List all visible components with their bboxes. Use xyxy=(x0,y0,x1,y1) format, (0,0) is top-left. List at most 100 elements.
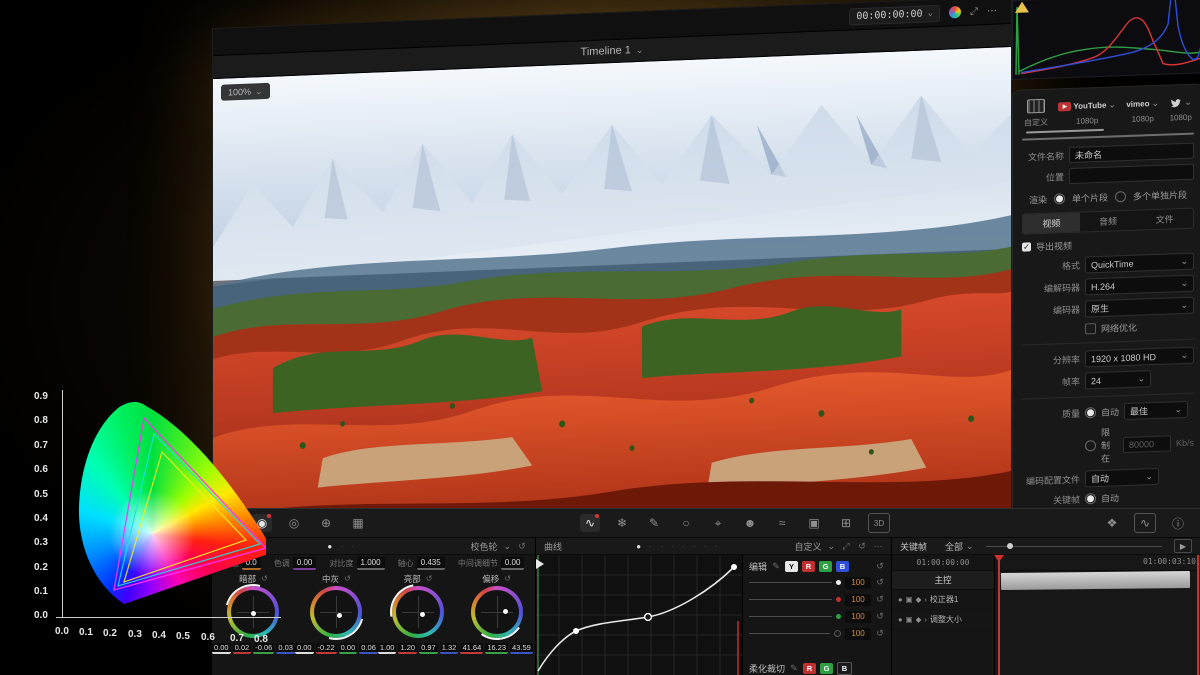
preset-custom[interactable]: 自定义 xyxy=(1024,98,1048,129)
track-corrector-1[interactable]: ● ▣ ◆ › 校正器1 xyxy=(892,590,994,610)
quality-restrict-radio[interactable] xyxy=(1085,440,1096,451)
sizing-icon[interactable]: ⊞ xyxy=(836,514,856,532)
softclip-b-button[interactable]: B xyxy=(837,662,852,675)
chevron-right-icon[interactable]: › xyxy=(924,595,927,604)
preset-youtube[interactable]: ▶ YouTube ⌄ 1080p xyxy=(1058,96,1116,126)
reset-icon[interactable]: ↺ xyxy=(875,628,885,639)
blue-gain-value[interactable]: 100 xyxy=(845,628,871,640)
offset-g[interactable]: 16.23 xyxy=(485,643,508,654)
jump-to-playhead-button[interactable]: ▶ xyxy=(1174,539,1192,553)
tracker-icon[interactable]: ⌖ xyxy=(708,514,728,532)
stereo-3d-icon[interactable]: 3D xyxy=(868,513,890,533)
lift-g[interactable]: -0.06 xyxy=(253,643,274,654)
tab-file[interactable]: 文件 xyxy=(1136,209,1193,230)
magic-mask-icon[interactable]: ☻ xyxy=(740,514,760,532)
gain-g[interactable]: 0.97 xyxy=(419,643,438,654)
quality-auto-radio[interactable] xyxy=(1085,407,1096,418)
scopes-graph-icon[interactable]: ∿ xyxy=(1134,513,1156,533)
reset-icon[interactable]: ↺ xyxy=(426,574,433,583)
color-palette-icon[interactable] xyxy=(949,6,961,18)
bitrate-input[interactable]: 80000 xyxy=(1123,435,1171,453)
gain-color-wheel[interactable] xyxy=(392,586,444,638)
location-input[interactable] xyxy=(1069,164,1194,184)
quality-level-select[interactable]: 最佳 ⌄ xyxy=(1124,401,1188,420)
expand-icon[interactable]: ⤢ xyxy=(970,6,978,17)
lock-icon[interactable]: ▣ xyxy=(906,615,913,624)
gamma-r[interactable]: -0.22 xyxy=(316,643,337,654)
hdr-wheels-icon[interactable]: ◎ xyxy=(284,514,304,532)
keyframe-timeline[interactable]: 01:00:03:10 xyxy=(995,555,1200,675)
encoder-select[interactable]: 原生 ⌄ xyxy=(1085,297,1194,318)
contrast-value[interactable]: 1.000 xyxy=(357,557,385,570)
offset-color-wheel[interactable] xyxy=(471,586,523,638)
channel-g-button[interactable]: G xyxy=(819,561,832,572)
power-window-icon[interactable]: ○ xyxy=(676,514,696,532)
gamma-g[interactable]: 0.00 xyxy=(339,643,358,654)
tab-video[interactable]: 视频 xyxy=(1023,213,1080,234)
info-icon[interactable]: ⓘ xyxy=(1168,514,1188,532)
track-master[interactable]: 主控 xyxy=(892,571,994,590)
clips-layers-icon[interactable]: ❖ xyxy=(1102,514,1122,532)
more-options-icon[interactable]: ⋯ xyxy=(987,5,997,16)
filename-input[interactable]: 未命名 xyxy=(1069,143,1194,163)
lift-color-wheel[interactable] xyxy=(227,586,279,638)
lift-b[interactable]: 0.03 xyxy=(276,643,295,654)
reset-icon[interactable]: ↺ xyxy=(344,574,351,583)
keyframe-zoom-slider[interactable] xyxy=(986,546,1162,547)
reset-icon[interactable]: ↺ xyxy=(261,574,268,583)
tab-audio[interactable]: 音频 xyxy=(1080,211,1137,232)
luma-gain-value[interactable]: 100 xyxy=(845,577,871,589)
expand-icon[interactable]: ⤢ xyxy=(841,541,851,552)
resolution-select[interactable]: 1920 x 1080 HD ⌄ xyxy=(1085,347,1194,368)
preset-twitter[interactable]: ⌄ 1080p xyxy=(1169,94,1192,123)
temp-value[interactable]: 0.0 xyxy=(242,557,261,570)
offset-r[interactable]: 41.64 xyxy=(460,643,483,654)
page-dots[interactable]: ● · · xyxy=(220,542,464,551)
more-options-icon[interactable]: ⋯ xyxy=(873,541,883,552)
gain-r[interactable]: 1.20 xyxy=(398,643,417,654)
page-dots[interactable]: ● · · · · · · · xyxy=(568,542,788,551)
reset-icon[interactable]: ↺ xyxy=(857,541,867,552)
keyframe-filter-dropdown[interactable]: 全部 ⌄ xyxy=(945,540,974,553)
blue-gain-slider[interactable]: 100 ↺ xyxy=(749,625,885,642)
chevron-right-icon[interactable]: › xyxy=(924,615,927,624)
format-select[interactable]: QuickTime ⌄ xyxy=(1085,253,1194,274)
softclip-r-button[interactable]: R xyxy=(803,663,816,674)
reset-icon[interactable]: ↺ xyxy=(875,577,885,588)
blur-icon[interactable]: ≈ xyxy=(772,514,792,532)
reset-icon[interactable]: ↺ xyxy=(875,594,885,605)
framerate-select[interactable]: 24 ⌄ xyxy=(1085,370,1151,389)
red-gain-value[interactable]: 100 xyxy=(845,594,871,606)
softclip-g-button[interactable]: G xyxy=(820,663,833,674)
qualifier-icon[interactable]: ✎ xyxy=(644,514,664,532)
clip-bar[interactable] xyxy=(1001,571,1190,590)
playhead[interactable] xyxy=(998,555,1000,675)
keyframes-auto-radio[interactable] xyxy=(1085,493,1096,504)
lift-r[interactable]: 0.02 xyxy=(233,643,252,654)
channel-b-button[interactable]: B xyxy=(836,561,849,572)
render-multiple-radio[interactable] xyxy=(1115,191,1126,202)
custom-curve-editor[interactable] xyxy=(536,555,743,675)
rgb-mixer-icon[interactable]: ⊕ xyxy=(316,514,336,532)
wheels-panel-title[interactable]: 校色轮 xyxy=(470,540,497,553)
gamma-color-wheel[interactable] xyxy=(310,586,362,638)
reset-icon[interactable]: ↺ xyxy=(504,574,511,583)
color-warper-icon[interactable]: ❄ xyxy=(612,514,632,532)
curves-preset[interactable]: 自定义 xyxy=(794,540,821,553)
gamma-y[interactable]: 0.00 xyxy=(295,643,314,654)
pivot-value[interactable]: 0.435 xyxy=(417,557,445,570)
channel-y-button[interactable]: Y xyxy=(785,561,798,572)
tint-value[interactable]: 0.00 xyxy=(293,557,317,570)
viewer-zoom-control[interactable]: 100% ⌄ xyxy=(221,83,270,101)
gamma-b[interactable]: 0.06 xyxy=(359,643,378,654)
motion-effects-icon[interactable]: ▦ xyxy=(348,514,368,532)
green-gain-value[interactable]: 100 xyxy=(845,611,871,623)
gain-y[interactable]: 1.00 xyxy=(378,643,397,654)
primaries-bars-icon[interactable]: ▤ xyxy=(220,514,240,532)
green-gain-slider[interactable]: 100 ↺ xyxy=(749,608,885,625)
encoding-profile-select[interactable]: 自动 ⌄ xyxy=(1085,468,1159,488)
export-video-checkbox[interactable]: ✓ xyxy=(1022,242,1031,251)
lock-icon[interactable]: ▣ xyxy=(906,595,913,604)
reset-icon[interactable]: ↺ xyxy=(517,541,527,552)
track-sizing[interactable]: ● ▣ ◆ › 调整大小 xyxy=(892,610,994,630)
